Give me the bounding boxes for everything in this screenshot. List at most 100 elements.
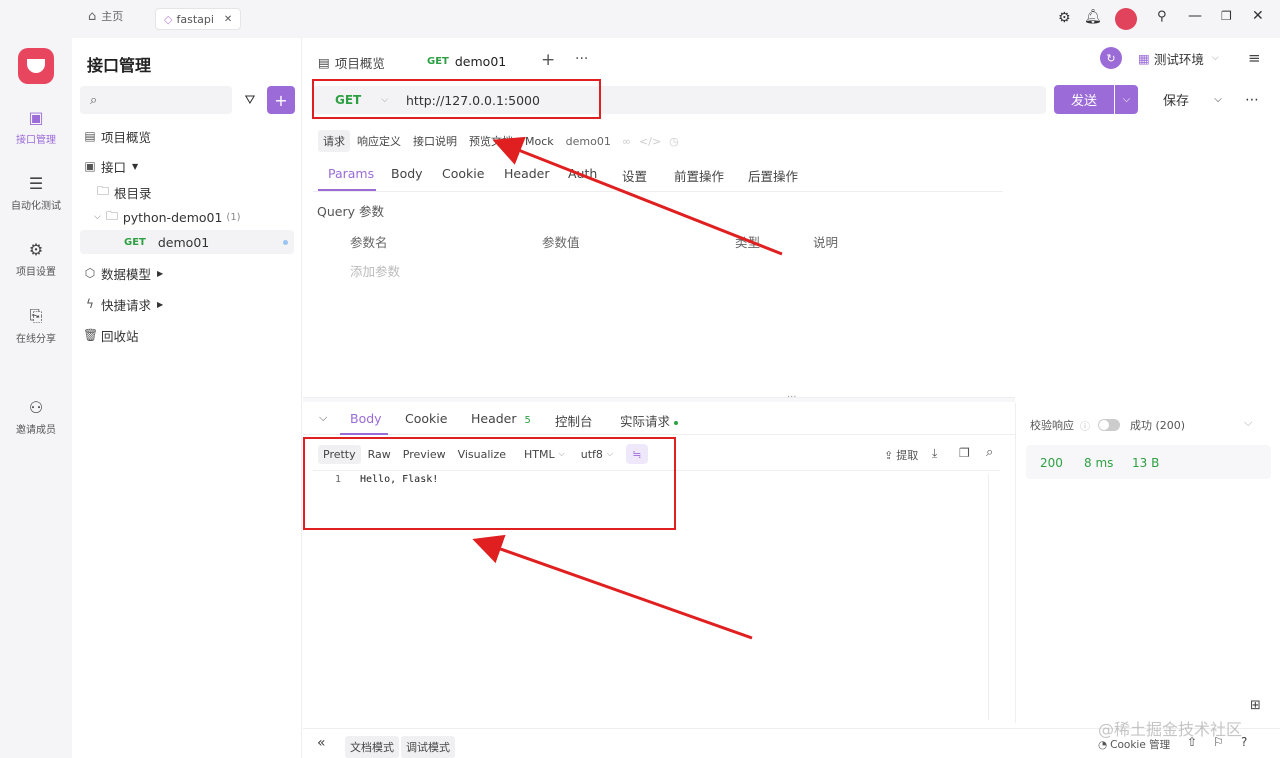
response-tab-header[interactable]: Header 5 [471, 411, 531, 426]
extract-button[interactable]: ⇪ 提取 [884, 447, 918, 463]
response-tab-actual-request[interactable]: 实际请求 [620, 411, 678, 430]
nav-rail: ▣ 接口管理 ☰ 自动化测试 ⚙ 项目设置 ⎘ 在线分享 ⚇ 邀请成员 [0, 38, 72, 758]
home-tab[interactable]: ⌂ 主页 [88, 8, 123, 24]
status-code: 200 [1040, 456, 1063, 470]
settings-icon[interactable]: ⚙ [1058, 10, 1071, 26]
minimize-icon[interactable]: — [1188, 8, 1202, 24]
tab-header[interactable]: Header [504, 166, 550, 181]
unsaved-dot [283, 239, 288, 245]
history-icon[interactable]: ◷ [669, 135, 679, 148]
rail-item-api[interactable]: ▣ 接口管理 [0, 108, 72, 146]
more-tabs-button[interactable]: ··· [575, 51, 588, 67]
search-input[interactable]: ⌕ [80, 86, 232, 114]
layout-icon[interactable]: ⊞ [1250, 698, 1261, 713]
chip-request[interactable]: 请求 [318, 130, 350, 152]
pin-icon[interactable]: ⚲ [1157, 9, 1167, 24]
success-status: 成功 (200) [1130, 419, 1186, 432]
api-folder-icon: ▣ [84, 159, 96, 173]
rail-item-share[interactable]: ⎘ 在线分享 [0, 306, 72, 345]
tab-demo01[interactable]: GET demo01 [415, 46, 519, 76]
rail-item-invite[interactable]: ⚇ 邀请成员 [0, 398, 72, 436]
rail-item-project-settings[interactable]: ⚙ 项目设置 [0, 240, 72, 278]
status-dot [674, 420, 678, 425]
response-size: 13 B [1132, 456, 1160, 470]
add-tab-button[interactable]: + [541, 50, 555, 70]
close-window-icon[interactable]: ✕ [1252, 8, 1264, 24]
more-actions-button[interactable]: ⋯ [1238, 85, 1266, 114]
response-tab-console[interactable]: 控制台 [555, 411, 593, 430]
avatar[interactable] [1115, 8, 1137, 30]
send-button[interactable]: 发送 [1054, 85, 1114, 114]
chevron-down-icon: ⌵ [94, 212, 101, 222]
tab-body[interactable]: Body [391, 166, 423, 181]
add-param-input[interactable]: 添加参数 [350, 261, 400, 280]
tab-cookie[interactable]: Cookie [442, 166, 484, 181]
tree-item-models[interactable]: ⬡ 数据模型 ▶ [72, 261, 302, 285]
response-tab-body[interactable]: Body [350, 411, 382, 426]
project-tab[interactable]: ◇ fastapi ✕ [155, 8, 242, 30]
code-icon[interactable]: </> [639, 135, 661, 148]
chevron-down-icon: ⌵ [1122, 94, 1131, 105]
env-select[interactable]: ▦ 测试环境 ⌵ [1138, 47, 1240, 69]
search-icon[interactable]: ⌕ [986, 445, 993, 460]
overview-icon: ▤ [318, 55, 330, 70]
tree-item-folder[interactable]: ⌵ 🗀︎ python-demo01 (1) [72, 205, 302, 229]
tab-params[interactable]: Params [328, 166, 374, 181]
rail-item-automation[interactable]: ☰ 自动化测试 [0, 174, 72, 212]
caret-down-icon: ▼ [132, 161, 139, 171]
column-param-value: 参数值 [542, 235, 580, 250]
chevron-down-icon[interactable]: ⌵ [1244, 416, 1252, 430]
doc-mode-button[interactable]: 文档模式 [345, 736, 399, 758]
tab-post-actions[interactable]: 后置操作 [748, 166, 798, 185]
debug-mode-button[interactable]: 调试模式 [401, 736, 455, 758]
copy-icon[interactable]: ❐ [959, 446, 970, 460]
bell-icon[interactable]: 🔔︎ [1084, 9, 1102, 25]
column-description: 说明 [813, 235, 839, 250]
filter-icon: ⛛ [244, 92, 256, 108]
response-tabs: ⌵ Body Cookie Header 5 控制台 实际请求 [303, 403, 1015, 435]
collapse-sidebar-icon[interactable]: « [317, 735, 326, 751]
close-icon[interactable]: ✕ [224, 14, 232, 25]
lightning-icon: ϟ [86, 297, 94, 311]
save-dropdown-button[interactable]: ⌵ [1206, 85, 1230, 114]
chip-description[interactable]: 接口说明 [408, 130, 462, 152]
response-tab-cookie[interactable]: Cookie [405, 411, 447, 426]
tab-settings[interactable]: 设置 [622, 166, 647, 185]
section-chips: 请求 响应定义 接口说明 预览文档 Mock demo01 ∞ </> ◷ [318, 130, 679, 152]
header-count-badge: 5 [524, 415, 531, 426]
tree-item-overview[interactable]: ▤ 项目概览 [72, 124, 302, 148]
tree-item-root[interactable]: 🗀︎ 根目录 [72, 180, 302, 204]
download-icon[interactable]: ⤓ [932, 446, 937, 461]
tree-item-trash[interactable]: 🗑︎ 回收站 [72, 323, 302, 347]
tree-item-quick-request[interactable]: ϟ 快捷请求 ▶ [72, 292, 302, 316]
editor-scrollbar[interactable] [988, 474, 1000, 720]
validate-toggle[interactable] [1098, 419, 1120, 431]
chip-name: demo01 [565, 134, 611, 148]
menu-icon[interactable]: ≡ [1248, 49, 1261, 67]
sync-button[interactable]: ↻ [1100, 47, 1122, 69]
tab-overview[interactable]: ▤ 项目概览 [318, 53, 385, 72]
save-button[interactable]: 保存 [1150, 85, 1202, 114]
automation-icon: ☰ [28, 174, 44, 193]
collapse-icon[interactable]: ⌵ [319, 411, 327, 425]
chip-preview-doc[interactable]: 预览文档 [464, 130, 518, 152]
plus-icon: + [274, 90, 288, 110]
tree-item-endpoint[interactable]: GET demo01 [80, 230, 294, 254]
caret-right-icon: ▶ [157, 299, 164, 309]
maximize-icon[interactable]: ❐ [1221, 9, 1232, 23]
panel-splitter[interactable]: ··· [303, 392, 1015, 403]
link-icon[interactable]: ∞ [622, 135, 631, 148]
overview-icon: ▤ [84, 129, 96, 143]
trash-icon: 🗑︎ [83, 328, 99, 342]
send-dropdown-button[interactable]: ⌵ [1115, 85, 1138, 114]
folder-icon: 🗀︎ [105, 208, 118, 223]
tab-auth[interactable]: Auth [568, 166, 597, 181]
filter-button[interactable]: ⛛ [236, 86, 264, 114]
tree-item-api[interactable]: ▣ 接口 ▼ [72, 154, 302, 178]
add-button[interactable]: + [267, 86, 295, 114]
folder-icon: 🗀︎ [96, 183, 109, 198]
chip-response-def[interactable]: 响应定义 [352, 130, 406, 152]
chip-mock[interactable]: Mock [520, 132, 559, 151]
tab-pre-actions[interactable]: 前置操作 [674, 166, 724, 185]
extract-icon: ⇪ [884, 448, 894, 462]
